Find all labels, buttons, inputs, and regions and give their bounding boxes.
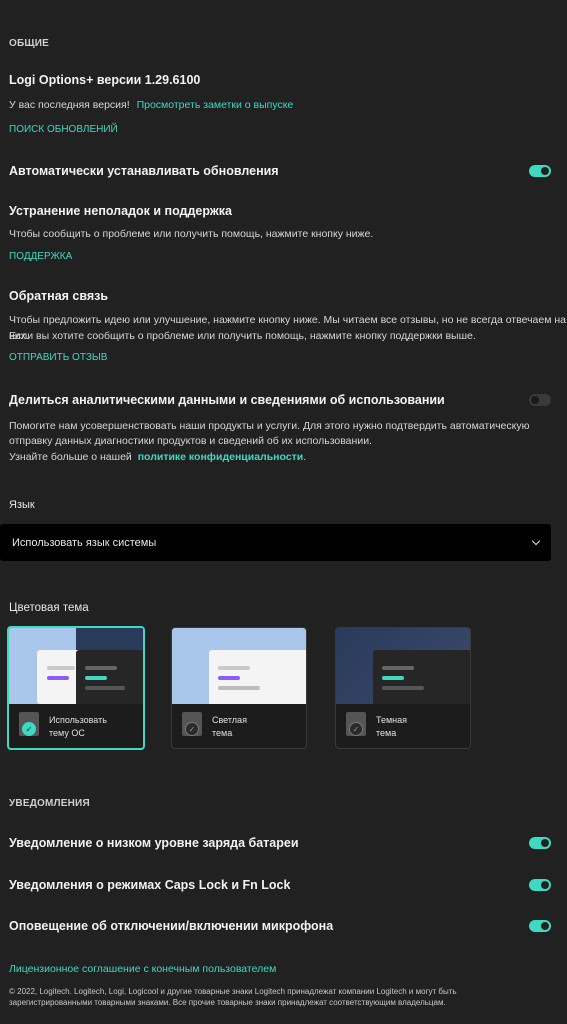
check-updates-button[interactable]: ПОИСК ОБНОВЛЕНИЙ: [9, 124, 118, 135]
theme-os-radio: ✓: [19, 712, 39, 736]
analytics-toggle[interactable]: [529, 394, 551, 406]
theme-os-label-1: Использовать: [49, 715, 107, 725]
support-description: Чтобы сообщить о проблеме или получить п…: [9, 228, 374, 240]
checkmark-icon: ✓: [185, 722, 199, 736]
notif-battery-label: Уведомление о низком уровне заряда батар…: [9, 836, 299, 850]
theme-title: Цветовая тема: [9, 602, 89, 614]
theme-dark-footer: ✓ Темная тема: [336, 704, 470, 748]
notif-capslock-toggle[interactable]: [529, 879, 551, 891]
feedback-title: Обратная связь: [9, 289, 109, 303]
notif-battery-toggle[interactable]: [529, 837, 551, 849]
theme-dark-preview: [336, 628, 470, 704]
theme-os-label-2: тему ОС: [49, 728, 85, 738]
notif-capslock-label: Уведомления о режимах Caps Lock и Fn Loc…: [9, 878, 291, 892]
general-section-title: ОБЩИЕ: [9, 38, 50, 49]
language-select[interactable]: Использовать язык системы: [0, 524, 551, 561]
theme-os-footer: ✓ Использовать тему ОС: [9, 704, 143, 748]
theme-dark-label-1: Темная: [376, 715, 408, 725]
support-title: Устранение неполадок и поддержка: [9, 204, 232, 218]
privacy-suffix: .: [303, 451, 307, 463]
app-version: Logi Options+ версии 1.29.6100: [9, 73, 201, 87]
theme-light-label-1: Светлая: [212, 715, 247, 725]
checkmark-icon: ✓: [349, 722, 363, 736]
theme-option-os[interactable]: ✓ Использовать тему ОС: [7, 626, 145, 750]
feedback-line-2: Если вы хотите сообщить о проблеме или п…: [9, 330, 476, 342]
analytics-line-2: отправку данных диагностики продуктов и …: [9, 435, 372, 447]
notif-mic-label: Оповещение об отключении/включении микро…: [9, 919, 334, 933]
eula-link[interactable]: Лицензионное соглашение с конечным польз…: [9, 963, 276, 975]
privacy-prefix: Узнайте больше о нашей: [9, 451, 132, 463]
auto-update-label: Автоматически устанавливать обновления: [9, 164, 279, 178]
theme-light-radio: ✓: [182, 712, 202, 736]
theme-option-dark[interactable]: ✓ Темная тема: [335, 627, 471, 749]
theme-dark-label-2: тема: [376, 728, 397, 738]
language-title: Язык: [9, 499, 35, 511]
send-feedback-button[interactable]: ОТПРАВИТЬ ОТЗЫВ: [9, 352, 107, 363]
privacy-policy-link[interactable]: политике конфиденциальности: [138, 451, 304, 463]
copyright-line-1: © 2022, Logitech. Logitech, Logi, Logico…: [9, 987, 457, 996]
copyright-line-2: зарегистрированными товарными знаками. В…: [9, 998, 446, 1007]
theme-light-preview: [172, 628, 306, 704]
version-status: У вас последняя версия! Просмотреть заме…: [9, 97, 293, 113]
theme-os-preview: [9, 628, 143, 704]
notifications-section-title: УВЕДОМЛЕНИЯ: [9, 798, 90, 809]
support-button[interactable]: ПОДДЕРЖКА: [9, 251, 72, 262]
theme-light-footer: ✓ Светлая тема: [172, 704, 306, 748]
latest-version-text: У вас последняя версия!: [9, 99, 130, 111]
checkmark-icon: ✓: [22, 722, 36, 736]
theme-dark-radio: ✓: [346, 712, 366, 736]
theme-light-label-2: тема: [212, 728, 233, 738]
language-selected-value: Использовать язык системы: [12, 536, 157, 549]
auto-update-toggle[interactable]: [529, 165, 551, 177]
theme-dark-label: Темная тема: [376, 714, 456, 740]
chevron-down-icon: [531, 536, 541, 545]
release-notes-link[interactable]: Просмотреть заметки о выпуске: [137, 99, 294, 111]
analytics-title: Делиться аналитическими данными и сведен…: [9, 393, 445, 407]
analytics-line-3: Узнайте больше о нашей политике конфиден…: [9, 449, 306, 465]
theme-option-light[interactable]: ✓ Светлая тема: [171, 627, 307, 749]
theme-os-label: Использовать тему ОС: [49, 714, 129, 740]
theme-light-label: Светлая тема: [212, 714, 292, 740]
notif-mic-toggle[interactable]: [529, 920, 551, 932]
analytics-line-1: Помогите нам усовершенствовать наши прод…: [9, 420, 530, 432]
